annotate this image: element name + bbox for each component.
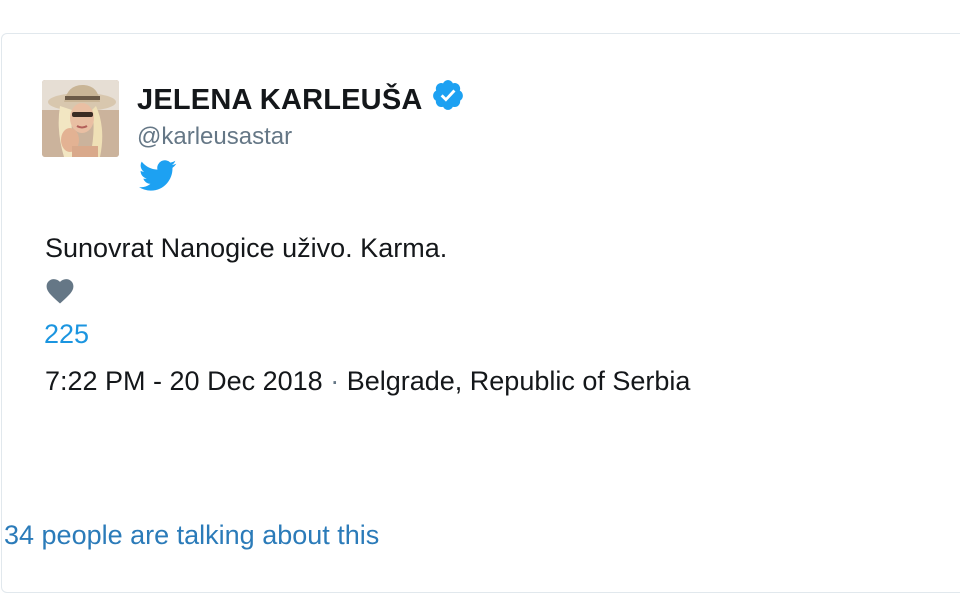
verified-badge-icon [431,78,465,121]
meta-separator: · [330,366,340,396]
twitter-bird-icon[interactable] [139,160,177,197]
author-name-text[interactable]: JELENA KARLEUŠA [137,84,423,116]
author-name[interactable]: JELENA KARLEUŠA [137,80,465,121]
avatar-photo [42,80,119,157]
avatar[interactable] [42,80,119,157]
like-count[interactable]: 225 [44,316,89,352]
tweet-meta: 7:22 PM - 20 Dec 2018 · Belgrade, Republ… [45,363,690,399]
talking-about-link[interactable]: 34 people are talking about this [4,517,379,553]
tweet-timestamp[interactable]: 7:22 PM - 20 Dec 2018 [45,366,323,396]
tweet-text: Sunovrat Nanogice uživo. Karma. [45,233,448,263]
heart-icon[interactable] [46,279,74,309]
tweet-location[interactable]: Belgrade, Republic of Serbia [347,366,691,396]
author-handle[interactable]: @karleusastar [137,122,292,152]
